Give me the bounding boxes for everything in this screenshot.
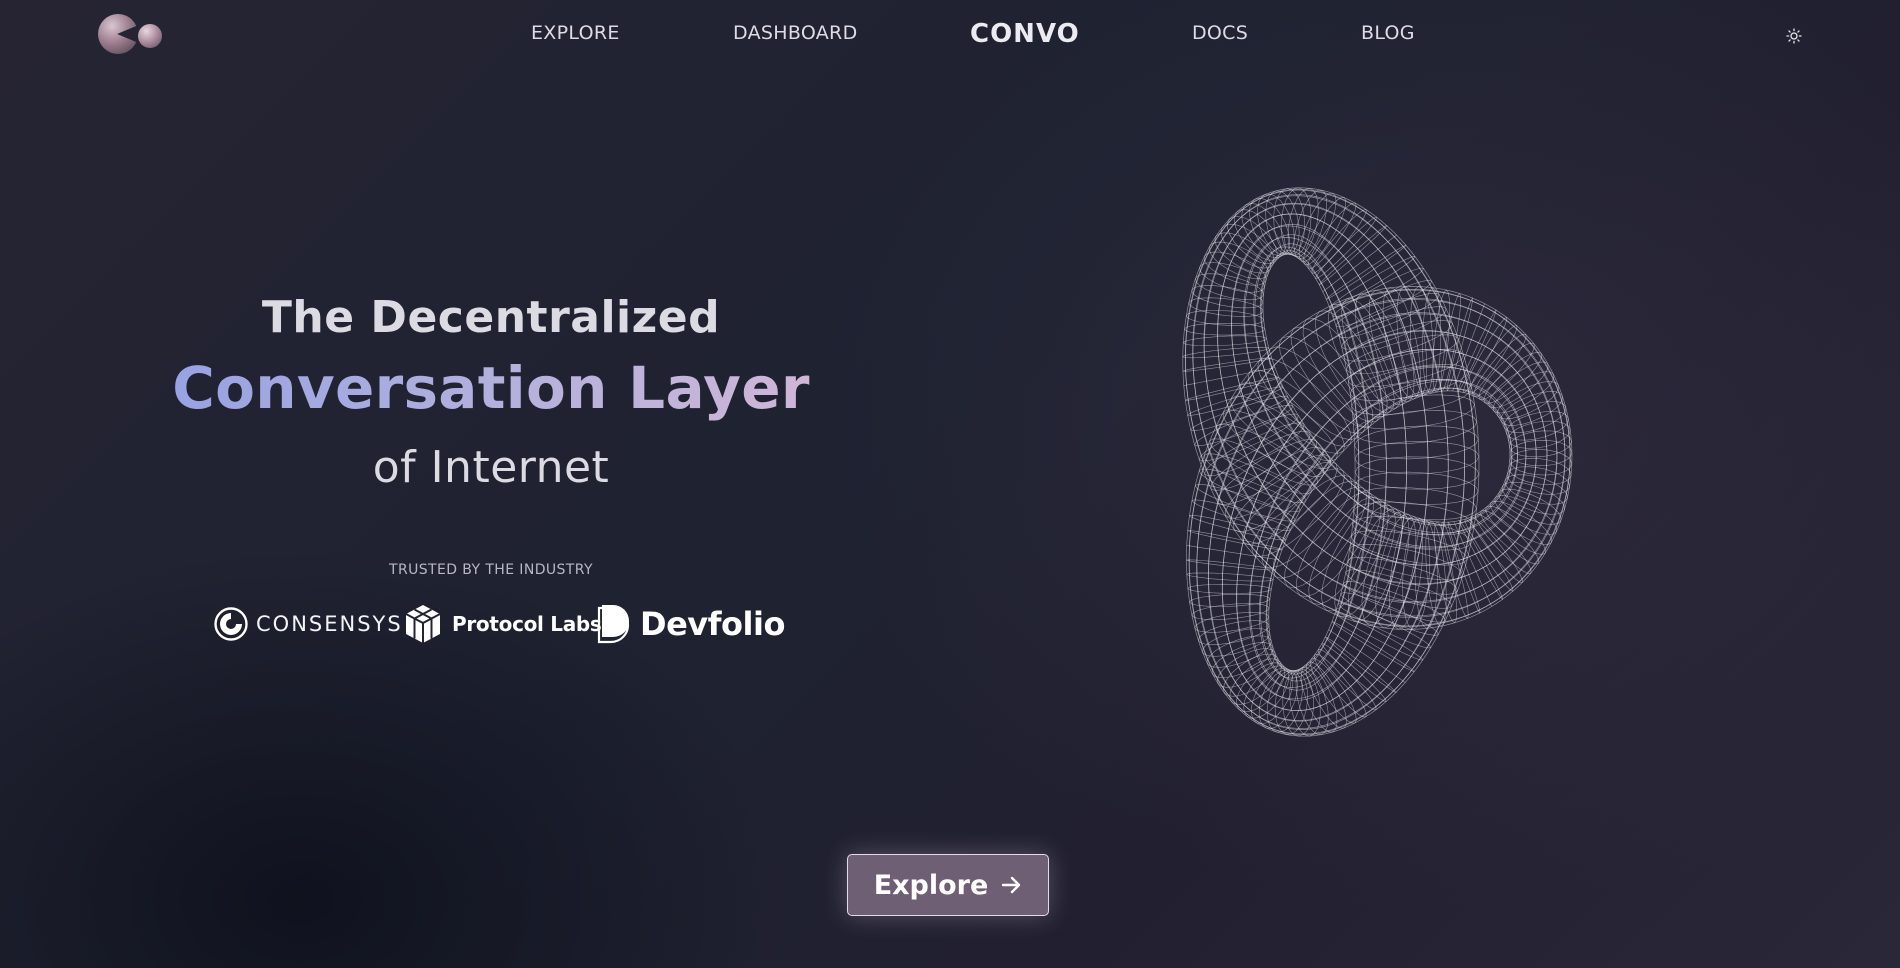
partner-consensys-name: CONSENSYS [256, 612, 403, 636]
knot-ring-line [1217, 438, 1317, 506]
knot-longitude-line [1217, 213, 1548, 712]
knot-ring-line [1182, 335, 1267, 347]
knot-longitude-line [1217, 213, 1548, 711]
partner-protocol-labs: Protocol Labs [402, 600, 602, 648]
nav-blog-link[interactable]: BLOG [1361, 22, 1415, 44]
explore-button[interactable]: Explore [847, 854, 1049, 916]
knot-ring-line [1188, 297, 1264, 317]
partner-consensys: CONSENSYS [214, 600, 403, 648]
nav-explore-link[interactable]: EXPLORE [531, 22, 620, 44]
knot-ring-line [1307, 202, 1357, 269]
knot-ring-line [1318, 224, 1388, 286]
knot-ring-line [1186, 572, 1274, 582]
protocol-labs-logo-icon [405, 605, 441, 643]
knot-ring-line [1325, 636, 1397, 694]
devfolio-logo-icon [597, 605, 630, 644]
arrow-right-icon [1002, 876, 1021, 894]
knot-ring-line [1402, 518, 1431, 630]
knot-ring-line [1322, 234, 1397, 292]
hero-title-line-3: of Internet [372, 442, 610, 493]
partner-devfolio-name: Devfolio [640, 605, 785, 643]
sun-icon [1786, 28, 1802, 44]
knot-ring-line [1354, 441, 1480, 475]
knot-ring-line [1447, 521, 1481, 614]
knot-ring-line [1422, 287, 1442, 394]
knot-longitude-line [1185, 188, 1571, 735]
trusted-by-label: TRUSTED BY THE INDUSTRY [389, 562, 593, 578]
nav-convo-brand[interactable]: CONVO [970, 19, 1080, 49]
knot-ring-line [1187, 530, 1283, 551]
partner-logos: CONSENSYS Protocol Labs Devfolio [0, 600, 800, 650]
partner-devfolio: Devfolio [596, 600, 785, 648]
knot-ring-line [1509, 439, 1573, 467]
knot-ring-line [1280, 187, 1312, 256]
knot-ring-line [1195, 273, 1264, 301]
knot-ring-line [1187, 583, 1272, 594]
knot-ring-line [1182, 346, 1270, 359]
hero-title-line-1: The Decentralized [261, 292, 721, 343]
knot-ring-line [1187, 386, 1284, 416]
knot-ring-line [1194, 612, 1270, 633]
explore-button-label: Explore [873, 869, 989, 901]
wireframe-knot-illustration [1182, 187, 1573, 737]
knot-ring-line [1318, 649, 1377, 710]
knot-ring-line [1257, 357, 1353, 447]
knot-longitude-line [1192, 194, 1566, 729]
partner-protocol-labs-name: Protocol Labs [452, 612, 602, 636]
knot-longitude-line [1243, 237, 1527, 691]
knot-ring-line [1459, 520, 1504, 601]
knot-ring-line [1354, 456, 1480, 490]
knot-ring-line [1321, 643, 1387, 702]
knot-ring-line [1509, 430, 1572, 458]
top-nav: EXPLORE DASHBOARD CONVO DOCS BLOG [0, 19, 1900, 49]
consensys-logo-icon [214, 607, 248, 641]
knot-ring-line [1267, 346, 1360, 441]
nav-docs-link[interactable]: DOCS [1192, 22, 1248, 44]
knot-ring-line [1480, 510, 1540, 565]
knot-ring-line [1191, 499, 1291, 531]
hero-title-highlight: Conversation Layer [0, 354, 982, 422]
theme-toggle-button[interactable] [1783, 25, 1805, 47]
nav-dashboard-link[interactable]: DASHBOARD [733, 22, 858, 44]
knot-ring-line [1311, 209, 1367, 274]
